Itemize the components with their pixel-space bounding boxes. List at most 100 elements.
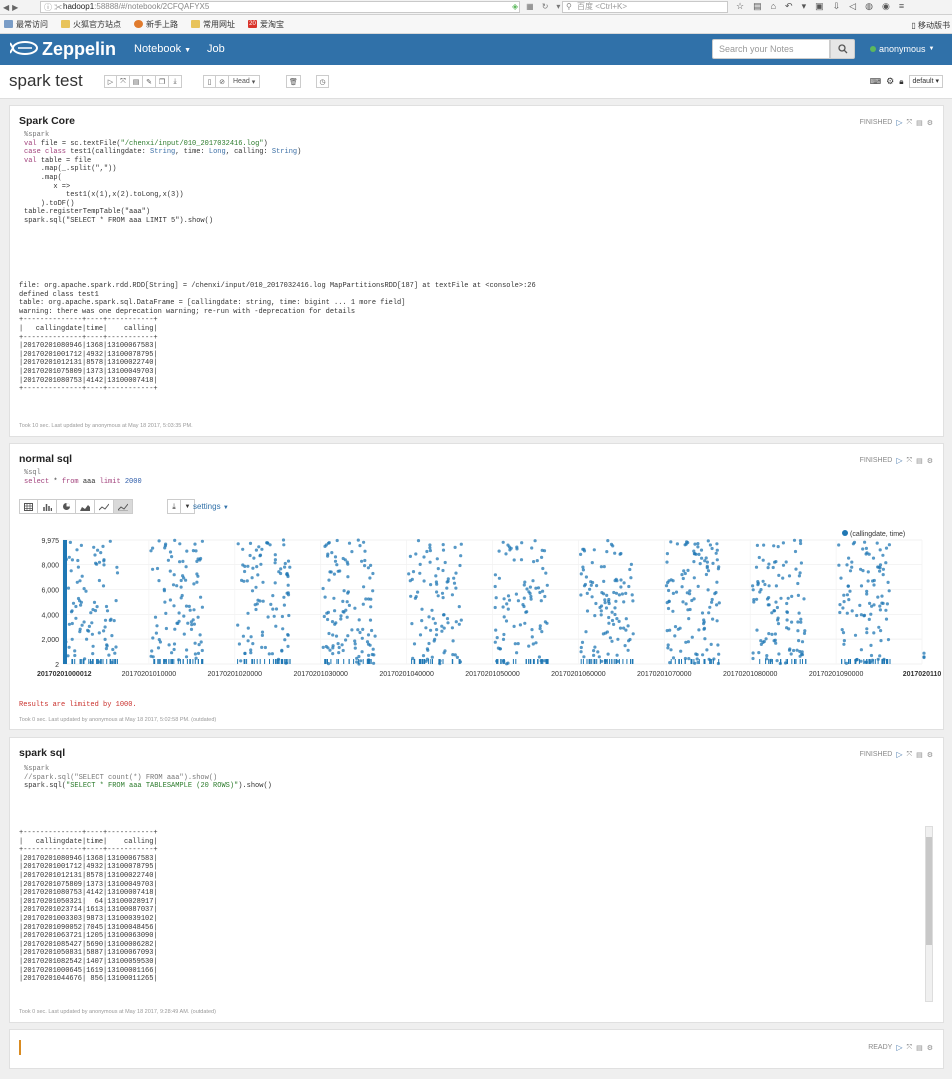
axis-rug-mark — [358, 659, 360, 664]
scroll-thumb[interactable] — [926, 837, 932, 945]
pie-chart-button[interactable] — [57, 499, 76, 514]
data-point — [93, 553, 97, 557]
book-icon[interactable]: ▤ — [916, 1044, 923, 1052]
undo-icon[interactable]: ↶ — [785, 1, 793, 12]
reload-icon[interactable]: ↻ — [542, 2, 549, 11]
lock-icon[interactable]: 🔒︎ — [899, 77, 903, 87]
code-editor[interactable]: %sql select * from aaa limit 2000 — [24, 469, 142, 486]
book-icon[interactable]: ▤ — [916, 119, 923, 127]
scatter-chart-button[interactable] — [114, 499, 133, 514]
notebook-menu[interactable]: Notebook ▼ — [134, 43, 191, 55]
qr-icon[interactable]: ▦ — [526, 2, 534, 11]
toggle-output-button[interactable]: ▤ — [130, 75, 143, 88]
download-button[interactable]: ⤓ — [167, 499, 181, 514]
keyboard-icon[interactable]: ⌨ — [870, 77, 882, 86]
table-view-button[interactable] — [19, 499, 38, 514]
toggle-code-button[interactable]: ⤧ — [117, 75, 130, 88]
mobile-bookmarks[interactable]: ▯ 移动版书 — [911, 20, 950, 31]
user-menu[interactable]: anonymous ▼ — [870, 44, 934, 54]
job-link[interactable]: Job — [207, 43, 225, 55]
export-button[interactable]: ⤓ — [169, 75, 182, 88]
revision-button[interactable]: ⊘ — [216, 75, 229, 88]
paragraph-title[interactable]: normal sql — [19, 453, 72, 465]
reader-icon[interactable]: ▤ — [753, 1, 762, 12]
data-point — [752, 598, 756, 602]
site-info-icon[interactable]: ⓘ ✂ — [44, 2, 62, 13]
notebook-title[interactable]: spark test — [9, 71, 83, 91]
notes-search-input[interactable]: Search your Notes — [712, 39, 830, 59]
forward-icon[interactable]: ▶ — [12, 3, 18, 12]
commit-button[interactable]: ▯ — [203, 75, 216, 88]
expand-icon[interactable]: ⤧ — [906, 751, 912, 759]
data-point — [430, 655, 434, 659]
data-point — [493, 605, 497, 610]
data-point — [361, 602, 365, 606]
gear-icon[interactable]: ⚙ — [927, 751, 933, 759]
bookmark-item[interactable]: 新手上路 — [134, 19, 178, 30]
gear-icon[interactable]: ⚙ — [927, 1044, 933, 1052]
shield-icon[interactable]: ◈ — [512, 2, 518, 11]
code-editor[interactable]: %spark val file = sc.textFile("/chenxi/in… — [24, 131, 301, 226]
play-icon[interactable]: ▷ — [896, 118, 902, 127]
volume-icon[interactable]: ◁ — [849, 1, 856, 12]
zeppelin-logo[interactable]: Zeppelin — [10, 38, 116, 60]
chart-legend[interactable]: (callingdate, time) — [842, 530, 905, 538]
book-icon[interactable]: ▤ — [916, 457, 923, 465]
play-icon[interactable]: ▷ — [896, 750, 902, 759]
bookmark-item[interactable]: 常用网址 — [191, 19, 235, 30]
data-point — [358, 544, 362, 548]
expand-icon[interactable]: ⤧ — [906, 1044, 912, 1052]
line-chart-button[interactable] — [95, 499, 114, 514]
data-point — [111, 647, 115, 652]
data-point — [531, 579, 535, 583]
gear-icon[interactable]: ⚙ — [886, 76, 894, 87]
data-point — [153, 615, 158, 619]
bookmark-item[interactable]: 火狐官方站点 — [61, 19, 121, 30]
clear-output-button[interactable]: ✎ — [143, 75, 156, 88]
bar-chart-button[interactable] — [38, 499, 57, 514]
apps-icon[interactable]: ▣ — [815, 1, 824, 12]
menu-caret-icon[interactable]: ▾ — [802, 1, 807, 12]
code-line: case class test1(callingdate: String, ti… — [24, 148, 302, 157]
data-point — [339, 614, 343, 618]
download-icon[interactable]: ⇩ — [833, 1, 841, 12]
data-point — [842, 600, 846, 604]
data-point — [328, 648, 332, 652]
browser-search-input[interactable]: ⚲ 百度 <Ctrl+K> — [562, 1, 728, 13]
output-scrollbar[interactable] — [925, 826, 933, 1002]
interpreter-select[interactable]: default ▾ — [908, 75, 943, 88]
clone-button[interactable]: ❐ — [156, 75, 169, 88]
home-icon[interactable]: ⌂ — [771, 1, 776, 12]
data-point — [76, 565, 80, 569]
data-point — [418, 571, 422, 575]
scheduler-button[interactable]: ◷ — [316, 75, 329, 88]
expand-icon[interactable]: ⤧ — [906, 457, 912, 465]
area-chart-button[interactable] — [76, 499, 95, 514]
paragraph-title[interactable]: spark sql — [19, 747, 65, 759]
delete-button[interactable]: 🗑︎ — [286, 75, 301, 88]
paragraph-title[interactable]: Spark Core — [19, 115, 75, 127]
gear-icon[interactable]: ⚙ — [927, 119, 933, 127]
data-point — [608, 636, 613, 640]
axis-rug-mark — [771, 659, 773, 664]
search-button[interactable] — [830, 39, 855, 59]
extension-icon[interactable]: ◉ — [882, 1, 890, 12]
play-icon[interactable]: ▷ — [896, 456, 902, 465]
back-icon[interactable]: ◀ — [3, 3, 9, 12]
settings-toggle[interactable]: settings ▼ — [193, 502, 229, 511]
run-all-button[interactable]: ▷ — [104, 75, 117, 88]
book-icon[interactable]: ▤ — [916, 751, 923, 759]
code-editor[interactable]: %spark//spark.sql("SELECT count(*) FROM … — [24, 765, 272, 791]
editor-cursor[interactable] — [19, 1040, 21, 1055]
head-dropdown[interactable]: Head ▾ — [229, 75, 261, 88]
bookmark-item[interactable]: 最常访问 — [4, 19, 48, 30]
star-icon[interactable]: ☆ — [736, 1, 744, 12]
expand-icon[interactable]: ⤧ — [906, 119, 912, 127]
gear-icon[interactable]: ⚙ — [927, 457, 933, 465]
bookmark-item[interactable]: 20 爱淘宝 — [248, 19, 284, 30]
hamburger-icon[interactable]: ≡ — [899, 1, 904, 12]
dropdown-icon[interactable]: ▾ — [556, 2, 560, 11]
chat-icon[interactable]: ◍ — [865, 1, 873, 12]
url-input[interactable]: hadoop1:58888/#/notebook/2CFQAFYX5 — [40, 1, 520, 13]
play-icon[interactable]: ▷ — [896, 1043, 902, 1052]
